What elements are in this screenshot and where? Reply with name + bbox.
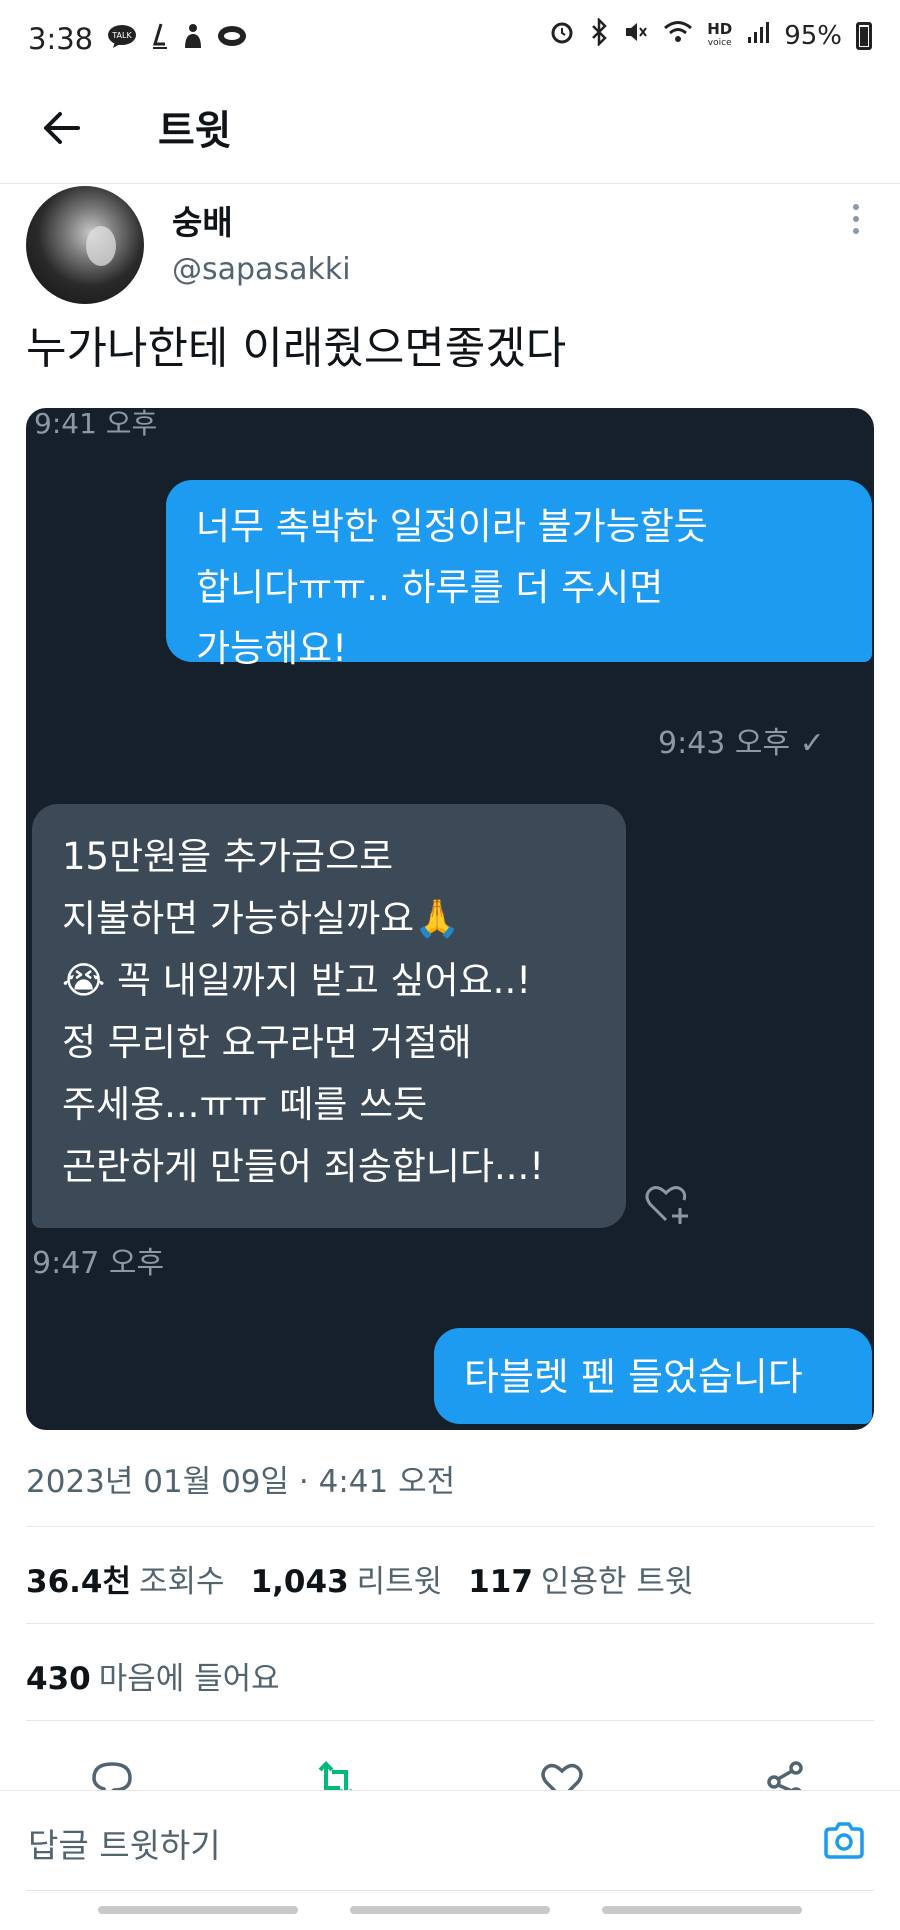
talk-icon: TALK [107,24,137,54]
outgoing-timestamp: 9:43 오후 ✓ [658,726,825,761]
outgoing-message-2: 타블렛 펜 들었습니다 [434,1328,872,1424]
l-icon [149,22,169,56]
message-line: 😭 꼭 내일까지 받고 싶어요..! [62,959,532,1002]
svg-text:TALK: TALK [111,31,132,40]
status-bar: 3:38 TALK HD voice 95% [0,0,900,78]
share-icon[interactable] [762,1756,810,1790]
likes-label: 마음에 들어요 [98,1661,280,1697]
retweets-stat[interactable]: 1,043 리트윗 [251,1556,443,1601]
bubble-icon [217,24,247,54]
likes-stat[interactable]: 430 마음에 들어요 [26,1653,280,1698]
hd-label: HD [707,19,733,38]
like-icon[interactable] [538,1756,586,1790]
status-time: 3:38 [28,22,94,56]
divider [26,1890,874,1891]
retweets-count: 1,043 [250,1564,349,1600]
quotes-label: 인용한 트윗 [540,1564,694,1600]
more-options-icon[interactable] [846,204,866,244]
views-count: 36.4천 [26,1564,132,1600]
signal-icon [746,19,770,52]
likes-count: 430 [26,1661,91,1697]
tweet-image[interactable]: 9:41 오후 너무 촉박한 일정이라 불가능할듯 합니다ㅠㅠ.. 하루를 더 … [26,408,874,1430]
divider [26,1526,874,1527]
nav-handle-center[interactable] [350,1906,550,1914]
heart-plus-icon [642,1178,692,1228]
quotes-stat[interactable]: 117 인용한 트윗 [468,1556,693,1601]
camera-icon[interactable] [820,1817,868,1865]
mute-icon [623,19,649,52]
status-right: HD voice 95% [549,16,872,53]
incoming-message: 15만원을 추가금으로 지불하면 가능하실까요🙏 😭 꼭 내일까지 받고 싶어요… [32,804,626,1228]
retweet-icon[interactable] [312,1756,360,1790]
message-line: 정 무리한 요구라면 거절해 [62,1021,472,1064]
message-line: 곤란하게 만들어 죄송합니다...! [62,1145,545,1188]
tweet-stats: 36.4천 조회수 1,043 리트윗 117 인용한 트윗 [26,1556,693,1601]
reply-bar: 답글 트윗하기 [0,1790,900,1890]
message-line: 주세용...ㅠㅠ 떼를 쓰듯 [62,1083,428,1126]
timestamp-top: 9:41 오후 [34,408,158,440]
bluetooth-icon [589,16,609,53]
user-name[interactable]: 숭배 [172,196,233,244]
message-line: 15만원을 추가금으로 [62,835,394,878]
action-bar [0,1750,900,1790]
views-label: 조회수 [139,1564,225,1600]
battery-percent: 95% [784,20,842,51]
message-line: 지불하면 가능하실까요🙏 [62,897,461,940]
reply-icon[interactable] [88,1756,136,1790]
message-line: 너무 촉박한 일정이라 불가능할듯 [196,505,708,548]
page-title: 트윗 [158,108,232,154]
hd-voice-icon: HD voice [707,19,733,48]
retweets-label: 리트윗 [356,1564,443,1600]
divider [26,1720,874,1721]
message-line: 가능해요! [196,627,347,670]
nav-handle-right[interactable] [602,1906,802,1914]
back-arrow-icon[interactable] [34,100,90,156]
avatar[interactable] [26,186,144,304]
app-header: 트윗 [0,78,900,184]
quotes-count: 117 [468,1564,533,1600]
outgoing-message: 너무 촉박한 일정이라 불가능할듯 합니다ㅠㅠ.. 하루를 더 주시면 가능해요… [166,480,872,670]
reply-input[interactable]: 답글 트윗하기 [28,1819,221,1867]
battery-icon [856,21,872,50]
tweet-date: 2023년 01월 09일 · 4:41 오전 [26,1464,456,1500]
wifi-icon [663,19,693,52]
nav-handle-left[interactable] [98,1906,298,1914]
user-handle[interactable]: @sapasakki [172,252,351,287]
person-icon [181,22,205,56]
tweet-text: 누가나한테 이래줬으면좋겠다 [26,323,567,374]
views-stat: 36.4천 조회수 [26,1556,225,1601]
message-line: 합니다ㅠㅠ.. 하루를 더 주시면 [196,566,664,609]
divider [26,1623,874,1624]
alarm-icon [549,19,575,52]
incoming-timestamp: 9:47 오후 [32,1246,165,1281]
